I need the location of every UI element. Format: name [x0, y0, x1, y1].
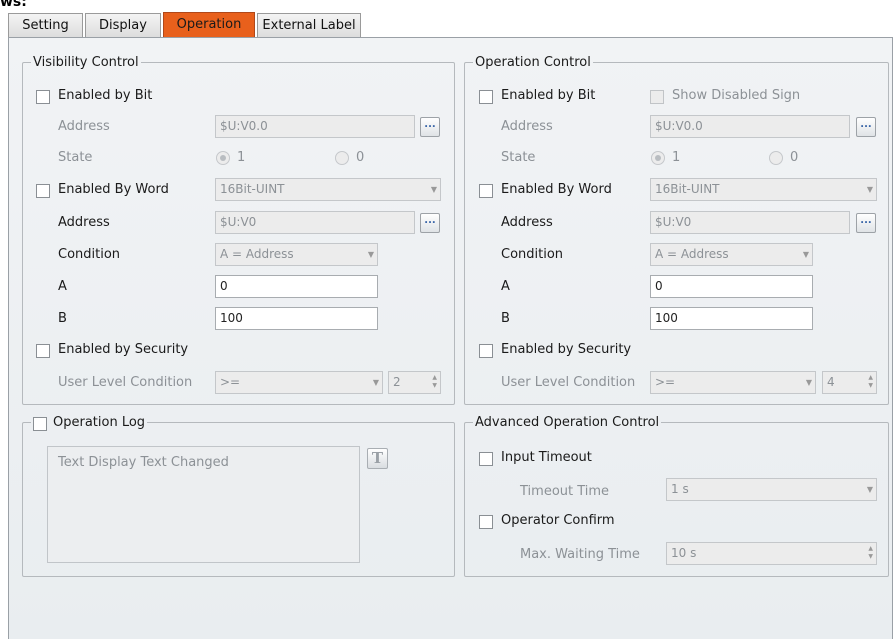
operation-user-level-label: User Level Condition	[501, 375, 636, 390]
visibility-state-0-radio[interactable]	[335, 151, 349, 165]
operation-condition-label: Condition	[501, 247, 564, 262]
max-waiting-time-value: 10 s	[671, 546, 697, 560]
visibility-state-1-label: 1	[237, 150, 246, 165]
spinner-arrows-icon: ▲ ▼	[432, 374, 437, 389]
visibility-address-field[interactable]: $U:V0.0	[215, 115, 415, 138]
clipped-top-text: ws:	[0, 0, 27, 8]
visibility-a-label: A	[58, 279, 67, 294]
tab-external-label[interactable]: External Label	[257, 13, 361, 38]
operation-enabled-by-bit-label: Enabled by Bit	[501, 88, 596, 103]
operation-user-level-spinbox[interactable]: 4 ▲ ▼	[822, 371, 877, 394]
operator-confirm-label: Operator Confirm	[501, 513, 615, 528]
visibility-condition-label: Condition	[58, 247, 121, 262]
timeout-time-label: Timeout Time	[520, 484, 610, 499]
chevron-down-icon: ▼	[802, 250, 809, 259]
operation-enabled-by-word-label: Enabled By Word	[501, 182, 612, 197]
operation-condition-select[interactable]: A = Address ▼	[650, 243, 813, 266]
show-disabled-sign-label: Show Disabled Sign	[672, 88, 801, 103]
visibility-user-level-label: User Level Condition	[58, 375, 193, 390]
visibility-enabled-by-bit-label: Enabled by Bit	[58, 88, 153, 103]
operation-log-checkbox[interactable]	[33, 417, 47, 431]
operator-confirm-checkbox[interactable]	[479, 515, 493, 529]
tab-setting[interactable]: Setting	[8, 13, 83, 38]
chevron-down-icon: ▼	[430, 185, 437, 194]
operation-condition-value: A = Address	[655, 247, 729, 261]
chevron-down-icon: ▼	[372, 378, 379, 387]
advanced-operation-control-title: Advanced Operation Control	[475, 415, 660, 430]
chevron-down-icon: ▼	[367, 250, 374, 259]
spinner-arrows-icon: ▲ ▼	[868, 545, 873, 560]
visibility-a-input[interactable]: 0	[215, 275, 378, 298]
operation-control-title: Operation Control	[475, 55, 591, 70]
max-waiting-time-spinbox[interactable]: 10 s ▲ ▼	[666, 542, 877, 565]
visibility-word-address-browse-button[interactable]: ...	[420, 213, 440, 233]
operation-state-label: State	[501, 150, 536, 165]
visibility-b-input[interactable]: 100	[215, 307, 378, 330]
operation-state-1-label: 1	[672, 150, 681, 165]
operation-a-input[interactable]: 0	[650, 275, 813, 298]
visibility-address-browse-button[interactable]: ...	[420, 117, 440, 137]
spinner-arrows-icon: ▲ ▼	[868, 374, 873, 389]
operation-word-address-browse-button[interactable]: ...	[856, 213, 876, 233]
visibility-state-1-radio[interactable]	[216, 151, 230, 165]
operation-enabled-by-bit-checkbox[interactable]	[479, 90, 493, 104]
visibility-user-level-value: 2	[393, 375, 401, 389]
operation-word-type-select[interactable]: 16Bit-UINT ▼	[650, 178, 877, 201]
text-edit-button[interactable]: T	[367, 448, 388, 469]
tab-operation[interactable]: Operation	[163, 12, 255, 38]
timeout-time-value: 1 s	[671, 482, 689, 496]
show-disabled-sign-checkbox[interactable]	[650, 90, 664, 104]
visibility-user-level-spinbox[interactable]: 2 ▲ ▼	[388, 371, 441, 394]
operation-state-0-radio[interactable]	[769, 151, 783, 165]
operation-a-label: A	[501, 279, 510, 294]
visibility-enabled-by-word-label: Enabled By Word	[58, 182, 169, 197]
visibility-user-level-op-select[interactable]: >= ▼	[215, 371, 383, 394]
operation-state-0-label: 0	[790, 150, 799, 165]
visibility-state-0-label: 0	[356, 150, 365, 165]
operation-b-label: B	[501, 311, 510, 326]
operation-word-address-label: Address	[501, 215, 553, 230]
max-waiting-time-label: Max. Waiting Time	[520, 547, 640, 562]
chevron-down-icon: ▼	[805, 378, 812, 387]
operation-enabled-by-word-checkbox[interactable]	[479, 184, 493, 198]
operation-word-address-field[interactable]: $U:V0	[650, 211, 850, 234]
operation-user-level-op-select[interactable]: >= ▼	[650, 371, 816, 394]
visibility-enabled-by-security-label: Enabled by Security	[58, 342, 189, 357]
operation-log-text-box[interactable]: Text Display Text Changed	[47, 446, 360, 563]
chevron-down-icon: ▼	[866, 185, 873, 194]
tab-display[interactable]: Display	[85, 13, 161, 38]
visibility-word-address-label: Address	[58, 215, 110, 230]
operation-user-level-value: 4	[827, 375, 835, 389]
chevron-down-icon: ▼	[866, 485, 873, 494]
timeout-time-select[interactable]: 1 s ▼	[666, 478, 877, 501]
input-timeout-checkbox[interactable]	[479, 452, 493, 466]
visibility-enabled-by-word-checkbox[interactable]	[36, 184, 50, 198]
operation-address-browse-button[interactable]: ...	[856, 117, 876, 137]
visibility-condition-value: A = Address	[220, 247, 294, 261]
operation-state-1-radio[interactable]	[651, 151, 665, 165]
visibility-condition-select[interactable]: A = Address ▼	[215, 243, 378, 266]
input-timeout-label: Input Timeout	[501, 450, 592, 465]
visibility-word-address-field[interactable]: $U:V0	[215, 211, 415, 234]
operation-user-level-op-value: >=	[655, 375, 676, 389]
visibility-b-label: B	[58, 311, 67, 326]
operation-log-title: Operation Log	[53, 415, 146, 430]
visibility-enabled-by-security-checkbox[interactable]	[36, 344, 50, 358]
visibility-control-title: Visibility Control	[33, 55, 139, 70]
visibility-state-label: State	[58, 150, 93, 165]
operation-word-type-value: 16Bit-UINT	[655, 182, 720, 196]
visibility-enabled-by-bit-checkbox[interactable]	[36, 90, 50, 104]
operation-address-label: Address	[501, 119, 553, 134]
visibility-word-type-value: 16Bit-UINT	[220, 182, 285, 196]
visibility-word-type-select[interactable]: 16Bit-UINT ▼	[215, 178, 441, 201]
operation-enabled-by-security-checkbox[interactable]	[479, 344, 493, 358]
operation-enabled-by-security-label: Enabled by Security	[501, 342, 632, 357]
visibility-user-level-op-value: >=	[220, 375, 241, 389]
operation-b-input[interactable]: 100	[650, 307, 813, 330]
operation-address-field[interactable]: $U:V0.0	[650, 115, 850, 138]
visibility-address-label: Address	[58, 119, 110, 134]
